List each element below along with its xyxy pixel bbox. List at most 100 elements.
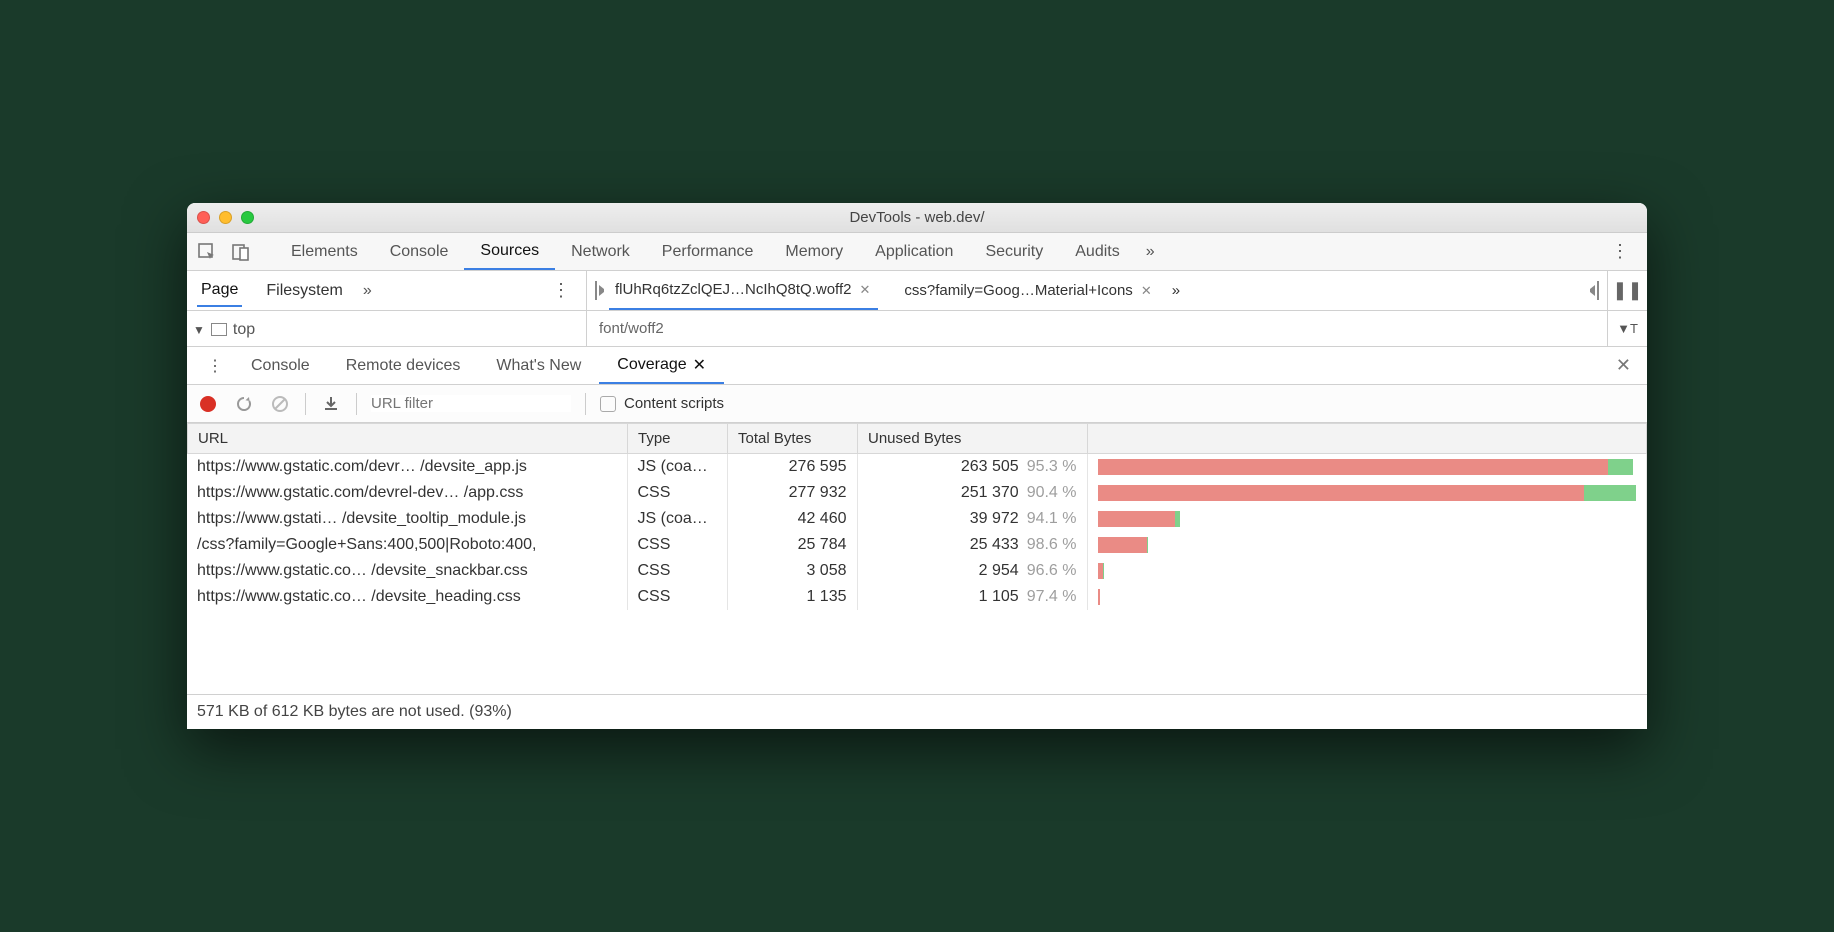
cell-unused: 25 43398.6 % [857,532,1087,558]
cell-visual [1087,454,1647,480]
cell-type: CSS [627,532,727,558]
coverage-table: URL Type Total Bytes Unused Bytes [187,423,1647,454]
divider [585,393,586,415]
close-tab-icon[interactable]: ✕ [1139,283,1154,299]
cell-total: 276 595 [727,454,857,480]
close-window-icon[interactable] [197,211,210,224]
export-icon[interactable] [320,393,342,415]
cell-visual [1087,532,1647,558]
more-files-icon[interactable]: » [1172,282,1180,299]
inspect-element-icon[interactable] [197,242,217,262]
collapse-tree-icon[interactable]: ▼ [193,323,205,337]
table-row[interactable]: https://www.gstatic.co… /devsite_snackba… [187,558,1647,584]
coverage-status: 571 KB of 612 KB bytes are not used. (93… [187,694,1647,729]
url-filter-input[interactable] [371,395,571,412]
nav-prev-icon[interactable] [595,282,597,299]
col-total[interactable]: Total Bytes [728,424,858,454]
cell-url: https://www.gstatic.co… /devsite_snackba… [187,558,627,584]
file-tab-label: flUhRq6tzZclQEJ…NcIhQ8tQ.woff2 [615,281,851,298]
reload-icon[interactable] [233,393,255,415]
right-panel-hint: ▼ T [1607,311,1647,346]
col-unused[interactable]: Unused Bytes [858,424,1088,454]
cell-type: JS (coa… [627,506,727,532]
table-row[interactable]: https://www.gstatic.co… /devsite_heading… [187,584,1647,610]
source-preview: font/woff2 [587,311,1607,346]
sidebar-more-icon[interactable]: » [363,282,372,300]
pause-script-icon[interactable]: ❚❚ [1607,271,1647,310]
cell-type: CSS [627,558,727,584]
cell-total: 1 135 [727,584,857,610]
table-header-row: URL Type Total Bytes Unused Bytes [188,424,1647,454]
tab-elements[interactable]: Elements [275,233,374,270]
sources-row: Page Filesystem » ⋮ flUhRq6tzZclQEJ…NcIhQ… [187,271,1647,311]
file-tab[interactable]: css?family=Goog…Material+Icons ✕ [898,271,1159,310]
drawer-tab-coverage[interactable]: Coverage✕ [599,347,724,384]
col-type[interactable]: Type [628,424,728,454]
cell-unused: 2 95496.6 % [857,558,1087,584]
file-tree[interactable]: ▼ top [187,311,587,346]
file-tab[interactable]: flUhRq6tzZclQEJ…NcIhQ8tQ.woff2 ✕ [609,271,878,310]
tree-root-label: top [233,321,255,339]
drawer-kebab-icon[interactable]: ⋮ [197,356,233,376]
record-button[interactable] [197,393,219,415]
tab-performance[interactable]: Performance [646,233,770,270]
clear-icon[interactable] [269,393,291,415]
tab-sources[interactable]: Sources [464,233,555,270]
nav-next-icon[interactable] [1597,282,1599,299]
device-toolbar-icon[interactable] [231,242,251,262]
drawer-tab-console[interactable]: Console [233,347,328,384]
tab-console[interactable]: Console [374,233,465,270]
tab-security[interactable]: Security [969,233,1059,270]
more-tabs-icon[interactable]: » [1136,243,1165,261]
col-url[interactable]: URL [188,424,628,454]
cell-total: 25 784 [727,532,857,558]
cell-visual [1087,558,1647,584]
tab-network[interactable]: Network [555,233,646,270]
content-scripts-checkbox[interactable]: Content scripts [600,395,724,412]
sidebar-tab-filesystem[interactable]: Filesystem [262,276,346,306]
table-row[interactable]: https://www.gstatic.com/devrel-dev… /app… [187,480,1647,506]
devtools-window: DevTools - web.dev/ ElementsConsoleSourc… [187,203,1647,729]
maximize-window-icon[interactable] [241,211,254,224]
cell-visual [1087,506,1647,532]
drawer-tab-what-s-new[interactable]: What's New [478,347,599,384]
sidebar-kebab-icon[interactable]: ⋮ [546,280,576,301]
traffic-lights [197,211,254,224]
close-drawer-icon[interactable]: ✕ [1610,355,1637,376]
cell-unused: 1 10597.4 % [857,584,1087,610]
window-title: DevTools - web.dev/ [187,209,1647,226]
table-row[interactable]: /css?family=Google+Sans:400,500|Roboto:4… [187,532,1647,558]
content-scripts-label: Content scripts [624,395,724,412]
open-files-tabs: flUhRq6tzZclQEJ…NcIhQ8tQ.woff2✕css?famil… [587,271,1607,310]
drawer-tabbar: ⋮ ConsoleRemote devicesWhat's NewCoverag… [187,347,1647,385]
tab-memory[interactable]: Memory [769,233,859,270]
cell-url: https://www.gstati… /devsite_tooltip_mod… [187,506,627,532]
content-row: ▼ top font/woff2 ▼ T [187,311,1647,347]
divider [305,393,306,415]
minimize-window-icon[interactable] [219,211,232,224]
cell-url: https://www.gstatic.com/devr… /devsite_a… [187,454,627,480]
cell-total: 3 058 [727,558,857,584]
cell-url: https://www.gstatic.co… /devsite_heading… [187,584,627,610]
close-tab-icon[interactable]: ✕ [857,282,872,298]
drawer-tab-remote-devices[interactable]: Remote devices [328,347,479,384]
sidebar-tabs: Page Filesystem » ⋮ [187,271,587,310]
sidebar-tab-page[interactable]: Page [197,275,242,307]
file-tab-label: css?family=Goog…Material+Icons [904,282,1132,299]
table-row[interactable]: https://www.gstatic.com/devr… /devsite_a… [187,454,1647,480]
cell-type: CSS [627,480,727,506]
table-row[interactable]: https://www.gstati… /devsite_tooltip_mod… [187,506,1647,532]
tab-audits[interactable]: Audits [1059,233,1135,270]
cell-type: CSS [627,584,727,610]
col-visual[interactable] [1088,424,1647,454]
cell-total: 277 932 [727,480,857,506]
cell-visual [1087,584,1647,610]
cell-visual [1087,480,1647,506]
settings-kebab-icon[interactable]: ⋮ [1603,241,1637,262]
close-drawer-tab-icon[interactable]: ✕ [693,355,706,375]
cell-unused: 39 97294.1 % [857,506,1087,532]
tab-application[interactable]: Application [859,233,969,270]
cell-total: 42 460 [727,506,857,532]
cell-url: /css?family=Google+Sans:400,500|Roboto:4… [187,532,627,558]
cell-url: https://www.gstatic.com/devrel-dev… /app… [187,480,627,506]
